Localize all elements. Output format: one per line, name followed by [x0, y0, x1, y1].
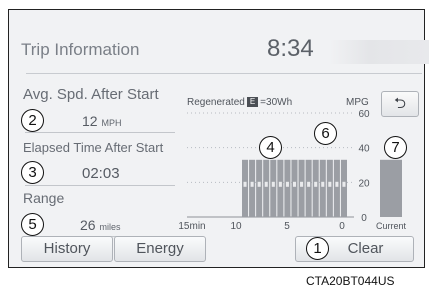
history-bar	[242, 159, 249, 217]
regen-marker	[328, 181, 332, 187]
regen-marker	[257, 181, 261, 187]
y-tick-label: 60	[358, 109, 370, 120]
figure-caption: CTA20BT044US	[306, 274, 395, 288]
regen-marker	[307, 181, 311, 187]
callout-1: 1	[306, 237, 329, 260]
current-bar	[380, 159, 402, 217]
regen-marker	[292, 181, 297, 187]
current-label: Current	[376, 221, 407, 231]
regen-marker	[314, 181, 318, 187]
regen-marker	[271, 181, 275, 187]
x-tick-label: 0	[339, 221, 345, 232]
callout-4: 4	[259, 136, 282, 159]
regen-marker	[278, 181, 282, 187]
regen-marker	[335, 181, 339, 187]
y-tick-label: 0	[361, 213, 367, 224]
history-bar	[263, 159, 270, 217]
history-button[interactable]: History	[21, 236, 113, 262]
y-tick-label: 40	[358, 144, 370, 155]
x-tick-label: 15min	[178, 221, 205, 232]
consumption-chart: 0 20 40 60 15min 10 5 0 Current	[178, 109, 407, 232]
regen-marker	[321, 181, 325, 187]
regen-marker	[342, 181, 346, 187]
history-bar	[270, 159, 277, 217]
regen-marker	[300, 181, 304, 187]
y-tick-label: 20	[358, 178, 370, 189]
callout-6: 6	[314, 122, 337, 145]
history-bar	[312, 159, 319, 217]
regen-marker	[285, 181, 289, 187]
regen-marker	[243, 181, 247, 187]
x-tick-label: 5	[284, 221, 290, 232]
regen-marker	[250, 181, 254, 187]
history-bar	[249, 159, 256, 217]
history-bar	[291, 159, 298, 217]
history-bar	[298, 159, 305, 217]
history-bar	[340, 159, 347, 217]
history-bar	[256, 159, 263, 217]
clear-button-label: Clear	[347, 240, 384, 257]
x-tick-label: 10	[230, 221, 242, 232]
history-bar	[319, 159, 326, 217]
trip-info-screen: Trip Information 8:34 Avg. Spd. After St…	[8, 9, 429, 268]
history-bar	[326, 159, 333, 217]
history-bar	[305, 159, 312, 217]
callout-7: 7	[384, 136, 407, 159]
regen-marker	[264, 181, 268, 187]
history-bar	[277, 159, 284, 217]
energy-button[interactable]: Energy	[114, 236, 206, 262]
history-bar	[333, 159, 340, 217]
history-bar	[284, 159, 291, 217]
